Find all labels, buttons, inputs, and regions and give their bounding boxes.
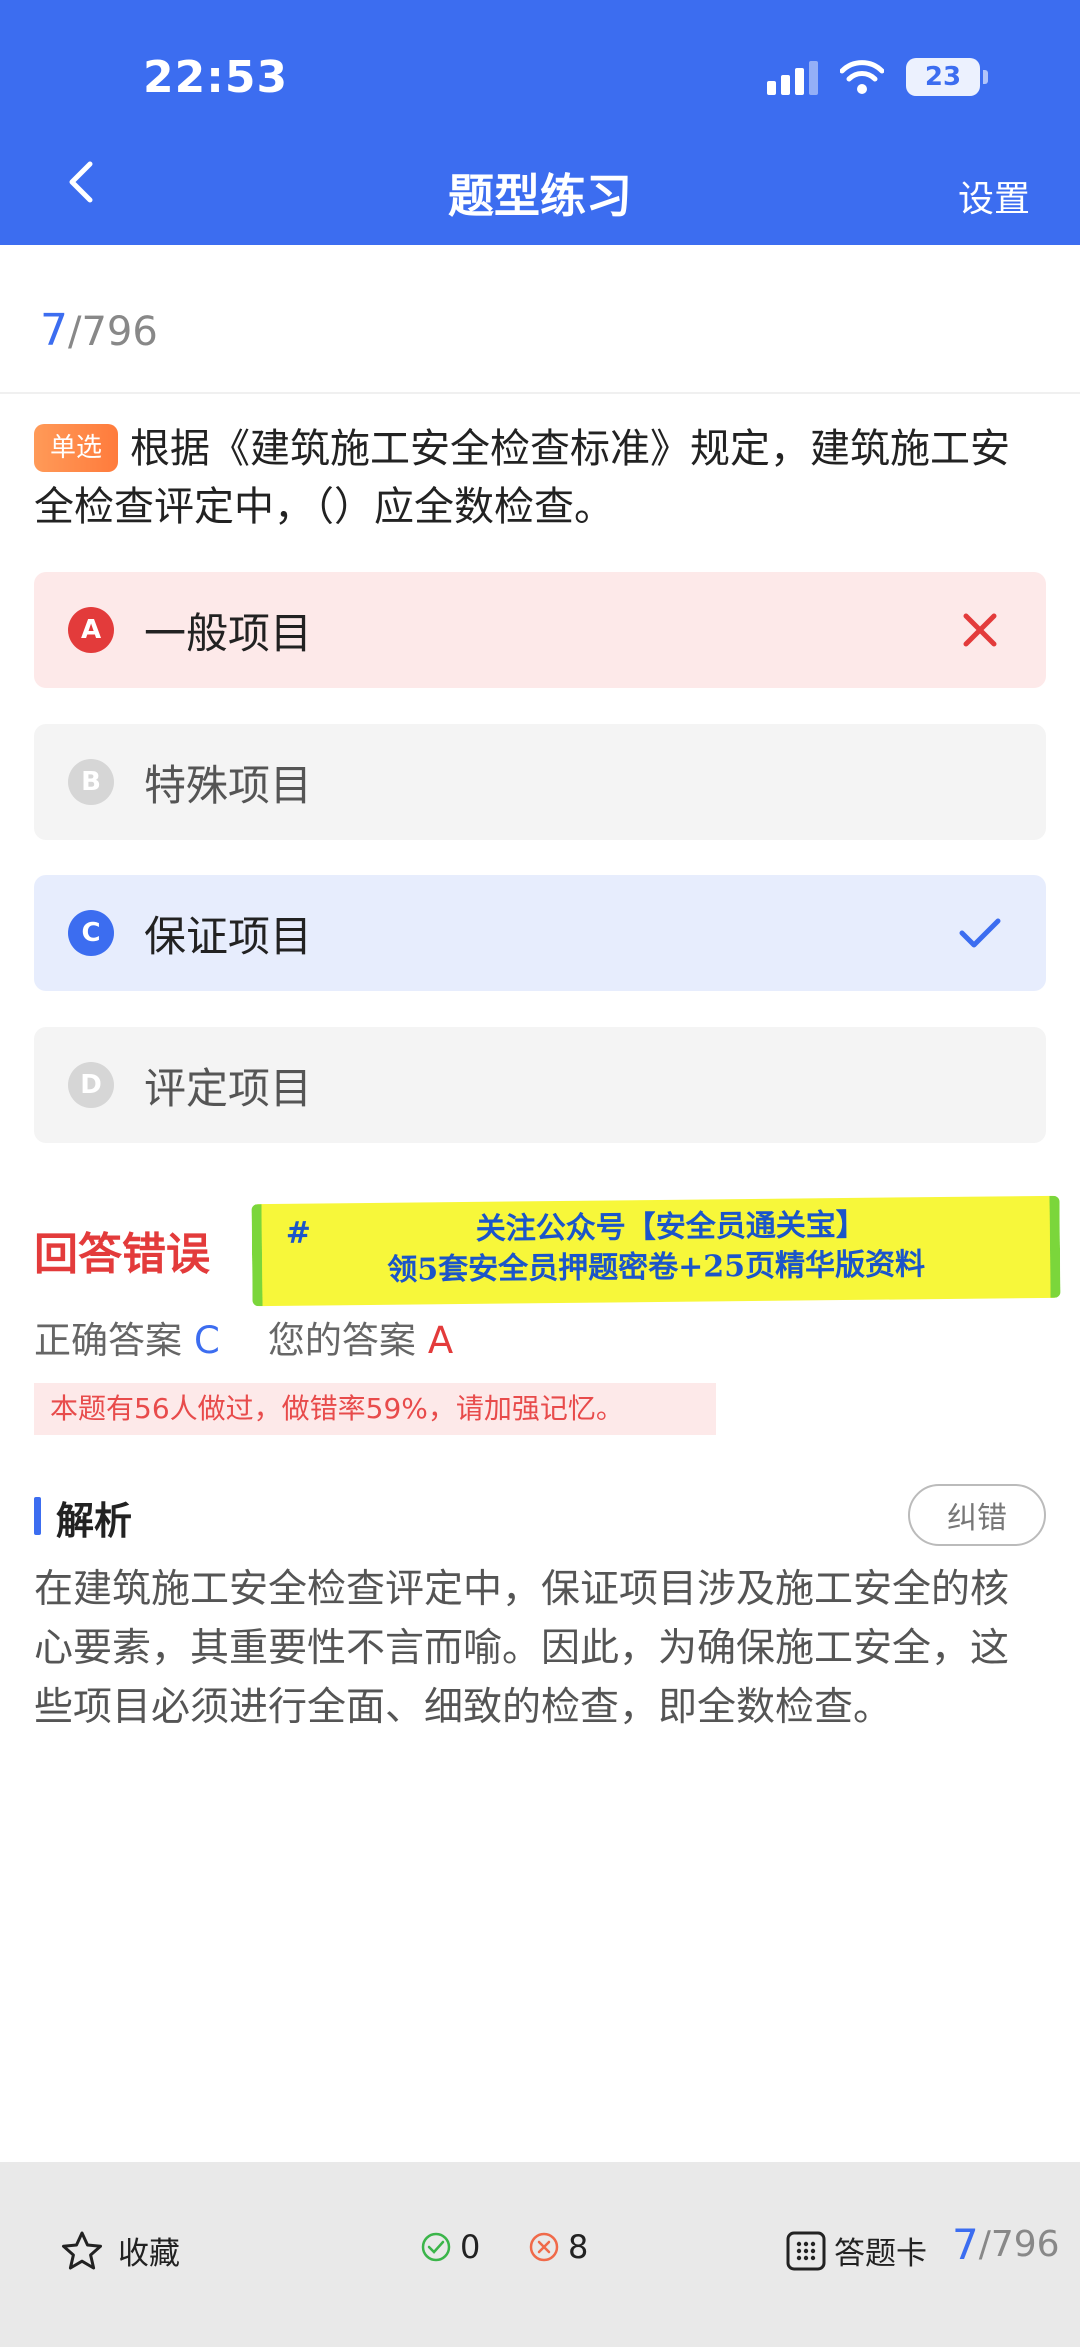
favorite-button[interactable]: 收藏: [60, 2228, 180, 2273]
x-circle-icon: [529, 2232, 559, 2262]
banner-line-2: 领5套安全员押题密卷+25页精华版资料: [387, 1247, 926, 1288]
correct-count: 0: [420, 2228, 480, 2266]
your-answer-value: A: [427, 1319, 454, 1362]
correct-answer-label: 正确答案: [34, 1319, 182, 1362]
your-answer-label: 您的答案: [267, 1319, 416, 1362]
option-letter: A: [68, 607, 114, 653]
option-letter: D: [68, 1062, 114, 1108]
option-c[interactable]: C 保证项目: [34, 875, 1046, 991]
option-text: 保证项目: [144, 911, 313, 961]
bottom-progress-total: /796: [978, 2224, 1060, 2265]
grid-icon: [786, 2231, 826, 2270]
check-circle-icon: [421, 2232, 451, 2262]
divider: [0, 392, 1080, 394]
favorite-label: 收藏: [118, 2236, 180, 2272]
correct-answer-value: C: [194, 1319, 220, 1362]
app-header: 22:53 23 题型练习 设置: [0, 0, 1080, 245]
question-stem: 单选 根据《建筑施工安全检查标准》规定，建筑施工安全检查评定中，（）应全数检查。: [34, 420, 1044, 536]
wrong-count-value: 8: [568, 2228, 589, 2266]
option-a[interactable]: A 一般项目: [34, 572, 1046, 688]
option-b[interactable]: B 特殊项目: [34, 724, 1046, 840]
error-rate-notice: 本题有56人做过，做错率59%，请加强记忆。: [34, 1383, 716, 1435]
progress-current: 7: [40, 305, 68, 356]
wrong-x-icon: [963, 613, 997, 647]
settings-button[interactable]: 设置: [958, 170, 1030, 222]
bottom-progress: 7/796: [952, 2220, 1060, 2269]
page-title: 题型练习: [448, 169, 632, 223]
option-text: 特殊项目: [144, 760, 313, 810]
banner-hash: #: [285, 1215, 312, 1251]
option-d[interactable]: D 评定项目: [34, 1027, 1046, 1143]
option-text: 一般项目: [144, 608, 313, 658]
signal-icon: [767, 59, 818, 95]
correct-count-value: 0: [460, 2228, 481, 2266]
option-text: 评定项目: [144, 1063, 313, 1113]
result-title: 回答错误: [34, 1229, 210, 1280]
answer-summary: 正确答案 C 您的答案 A: [34, 1310, 453, 1364]
promo-banner: # 关注公众号【安全员通关宝】 领5套安全员押题密卷+25页精华版资料: [251, 1195, 1061, 1307]
answer-card-button[interactable]: 答题卡: [786, 2228, 927, 2273]
bottom-progress-current: 7: [952, 2220, 979, 2269]
option-letter: B: [68, 759, 114, 805]
question-progress: 7/796: [40, 305, 158, 356]
status-icons: 23: [767, 58, 988, 96]
analysis-text: 在建筑施工安全检查评定中，保证项目涉及施工安全的核心要素，其重要性不言而喻。因此…: [34, 1567, 1010, 1730]
answer-card-label: 答题卡: [834, 2236, 927, 2272]
status-time: 22:53: [143, 52, 289, 103]
question-type-tag: 单选: [34, 424, 119, 472]
report-error-button[interactable]: 纠错: [908, 1484, 1046, 1546]
correct-check-icon: [959, 918, 1001, 948]
star-icon: [62, 2231, 102, 2269]
progress-total: /796: [68, 309, 158, 355]
bottom-toolbar: 收藏 0 8 答题卡 7/796: [0, 2162, 1080, 2347]
analysis-title: 解析: [56, 1499, 133, 1543]
wifi-icon: [840, 60, 884, 94]
section-accent-bar: [34, 1497, 41, 1535]
battery-icon: 23: [906, 58, 988, 96]
option-letter: C: [68, 910, 114, 956]
question-text: 根据《建筑施工安全检查标准》规定，建筑施工安全检查评定中，（）应全数检查。: [34, 426, 1011, 530]
wrong-count: 8: [528, 2228, 588, 2266]
